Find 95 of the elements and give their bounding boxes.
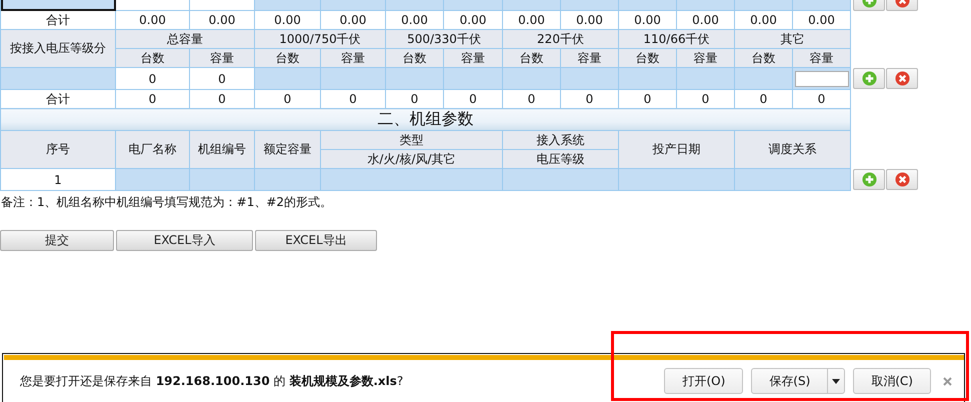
table-cell: 0.00	[190, 10, 254, 30]
column-header: 台数	[254, 48, 320, 68]
column-header: 序号	[0, 130, 116, 168]
table-cell: 0.00	[116, 10, 190, 30]
add-row-button[interactable]	[853, 68, 885, 89]
table-cell: 0.00	[254, 10, 320, 30]
table-cell: 0.00	[444, 10, 502, 30]
input-cell[interactable]	[734, 68, 792, 90]
input-cell[interactable]	[0, 68, 116, 90]
column-header: 按接入电压等级分	[0, 30, 116, 68]
form-button[interactable]: 提交	[0, 230, 114, 251]
table-cell: 0	[444, 90, 502, 108]
column-header: 台数	[116, 48, 190, 68]
caret-icon	[832, 378, 840, 384]
table-cell: 0	[676, 90, 734, 108]
input-cell[interactable]	[444, 68, 502, 90]
input-cell[interactable]	[618, 168, 734, 190]
table-cell: 0.00	[792, 10, 850, 30]
column-header: 220千伏	[502, 30, 618, 48]
dialog-button[interactable]: 取消(C)	[853, 368, 931, 394]
note-text: 备注：1、机组名称中机组编号填写规范为：#1、#2的形式。	[1, 194, 334, 210]
input-cell[interactable]	[676, 68, 734, 90]
dialog-button[interactable]: 打开(O)	[664, 368, 744, 394]
table-cell: 0	[792, 90, 850, 108]
column-header: 台数	[386, 48, 444, 68]
download-message: 您是要打开还是保存来自 192.168.100.130 的 装机规模及参数.xls?	[20, 372, 404, 390]
delete-row-button[interactable]	[886, 68, 918, 89]
column-header: 投产日期	[618, 130, 734, 168]
table-cell: 0	[502, 90, 560, 108]
input-cell[interactable]	[560, 68, 618, 90]
column-header: 容量	[676, 48, 734, 68]
column-header: 水/火/核/风/其它	[320, 150, 502, 168]
row-label: 合计	[0, 10, 116, 30]
table-cell: 0.00	[618, 10, 676, 30]
table-cell: 0	[254, 90, 320, 108]
form-button[interactable]: EXCEL导入	[116, 230, 253, 251]
column-header: 台数	[502, 48, 560, 68]
form-button[interactable]: EXCEL导出	[255, 230, 377, 251]
column-header: 类型	[320, 130, 502, 150]
column-header: 接入系统	[502, 130, 618, 150]
column-header: 台数	[734, 48, 792, 68]
input-cell[interactable]	[734, 168, 850, 190]
column-header: 其它	[734, 30, 850, 48]
input-cell[interactable]	[254, 168, 320, 190]
table-cell: 0.00	[676, 10, 734, 30]
table-cell: 0	[190, 90, 254, 108]
table-cell: 0	[560, 90, 618, 108]
table-cell: 0	[386, 90, 444, 108]
column-header: 机组编号	[190, 130, 254, 168]
input-cell[interactable]	[116, 168, 190, 190]
column-header: 500/330千伏	[386, 30, 502, 48]
input-cell[interactable]	[320, 168, 502, 190]
column-header: 台数	[618, 48, 676, 68]
input-cell[interactable]	[386, 68, 444, 90]
delete-icon	[894, 172, 910, 187]
input-cell[interactable]	[190, 168, 254, 190]
table-cell: 0.00	[502, 10, 560, 30]
table-cell: 0.00	[734, 10, 792, 30]
delete-icon	[894, 71, 910, 86]
input-cell[interactable]	[502, 168, 618, 190]
input-cell[interactable]	[254, 68, 320, 90]
input-cell[interactable]	[618, 68, 676, 90]
table-cell: 1	[0, 168, 116, 190]
table-cell: 0	[618, 90, 676, 108]
table-cell: 0	[734, 90, 792, 108]
table-cell: 0	[116, 90, 190, 108]
column-header: 110/66千伏	[618, 30, 734, 48]
column-header: 容量	[792, 48, 850, 68]
table-cell: 0.00	[386, 10, 444, 30]
table-cell: 0.00	[320, 10, 386, 30]
input-cell[interactable]	[502, 68, 560, 90]
column-header: 容量	[444, 48, 502, 68]
column-header: 总容量	[116, 30, 254, 48]
input-cell[interactable]	[320, 68, 386, 90]
column-header: 容量	[560, 48, 618, 68]
column-header: 调度关系	[734, 130, 850, 168]
column-header: 1000/750千伏	[254, 30, 386, 48]
table-cell: 0	[116, 68, 190, 90]
add-icon	[862, 172, 876, 187]
column-header: 容量	[320, 48, 386, 68]
add-icon	[862, 71, 876, 86]
delete-row-button[interactable]	[886, 169, 918, 190]
close-icon[interactable]	[943, 376, 952, 386]
column-header: 容量	[190, 48, 254, 68]
add-row-button[interactable]	[853, 169, 885, 190]
save-button[interactable]: 保存(S)	[751, 368, 846, 394]
column-header: 电厂名称	[116, 130, 190, 168]
column-header: 额定容量	[254, 130, 320, 168]
table-cell: 0	[320, 90, 386, 108]
table-cell: 0	[190, 68, 254, 90]
row-label: 合计	[0, 90, 116, 108]
input-field[interactable]	[794, 70, 848, 86]
table-cell: 0.00	[560, 10, 618, 30]
section-title: 二、机组参数	[0, 108, 850, 130]
column-header: 电压等级	[502, 150, 618, 168]
